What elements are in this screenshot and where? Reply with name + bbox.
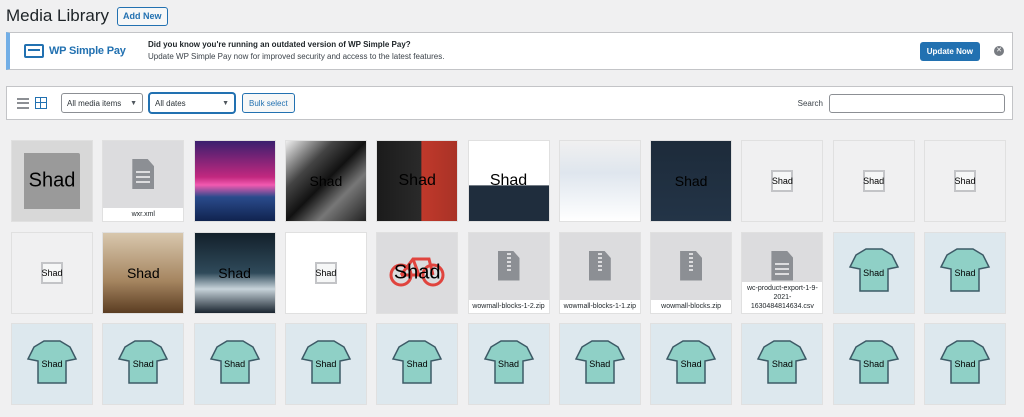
media-item[interactable]: Shad [650,140,733,222]
thumbnail-alt-text: Shad [954,176,976,186]
page-header: Media Library Add New [6,4,168,28]
media-item[interactable]: wowmall-blocks-1-2.zip [467,231,550,314]
media-item[interactable]: Shad [741,323,824,405]
document-icon [132,159,155,189]
media-item[interactable]: Shad [102,323,185,405]
thumbnail-alt-text: Shad [863,176,885,186]
page-title: Media Library [6,6,109,25]
notice-heading: Did you know you're running an outdated … [148,40,411,49]
media-item[interactable]: Shad [11,231,93,314]
media-item[interactable]: Shad [11,323,93,405]
notice-body: Update WP Simple Pay now for improved se… [148,52,445,61]
media-item[interactable]: Shad [467,323,550,405]
add-new-button[interactable]: Add New [117,6,168,26]
media-toolbar: All media items ▼ All dates ▼ Bulk selec… [6,86,1013,120]
thumbnail-alt-text: Shad [954,267,976,278]
thumbnail-alt-text: Shad [863,267,885,278]
media-item[interactable]: wxr.xml [102,140,185,222]
media-item[interactable]: Shad [650,323,733,405]
thumbnail-alt-text: Shad [771,176,793,186]
archive-icon [588,250,611,281]
thumbnail-alt-text: Shad [309,173,343,189]
filename-label: wc-product-export-1-9-2021-1630484814634… [742,281,823,313]
thumbnail-alt-text: Shad [393,261,441,283]
media-item[interactable]: wowmall-blocks.zip [650,231,733,314]
thumbnail-alt-text: Shad [771,359,793,369]
media-item[interactable]: Shad [832,231,915,314]
thumbnail-alt-text: Shad [489,172,528,189]
search-input[interactable] [829,93,1005,113]
archive-icon [680,250,703,281]
thumbnail-alt-text: Shad [315,267,337,278]
date-filter-value: All dates [155,98,186,108]
list-view-icon[interactable] [17,97,29,109]
media-item[interactable]: Shad [832,323,915,405]
thumbnail-alt-text: Shad [28,169,76,192]
thumbnail-alt-text: Shad [680,359,702,369]
chevron-down-icon: ▼ [130,99,137,107]
brand-name: WP Simple Pay [49,45,126,57]
thumbnail-alt-text: Shad [497,359,520,369]
media-item[interactable]: Shad [467,140,550,222]
thumbnail-alt-text: Shad [224,359,246,369]
media-item[interactable]: Shad [741,140,824,222]
media-item[interactable]: Shad [284,231,367,314]
media-item[interactable] [193,140,276,222]
media-item[interactable]: wowmall-blocks-1-1.zip [558,231,641,314]
media-item[interactable]: Shad [924,231,1006,314]
media-item[interactable]: Shad [376,323,459,405]
media-thumbnail [560,141,640,221]
media-item[interactable]: Shad [102,231,185,314]
media-item[interactable]: Shad [924,140,1006,222]
thumbnail-alt-text: Shad [132,359,154,369]
media-item[interactable]: Shad [376,140,459,222]
update-notice: WP Simple Pay Did you know you're runnin… [6,32,1013,70]
update-now-button[interactable]: Update Now [919,41,980,61]
media-item[interactable]: Shad [193,231,276,314]
card-icon [24,44,44,58]
media-thumbnail [195,141,275,221]
media-item[interactable]: Shad [832,140,915,222]
thumbnail-alt-text: Shad [126,264,160,281]
grid-view-icon[interactable] [35,97,47,109]
filename-label: wowmall-blocks-1-1.zip [559,299,640,313]
chevron-down-icon: ▼ [222,99,229,107]
thumbnail-alt-text: Shad [863,359,885,369]
wp-simple-pay-logo: WP Simple Pay [24,44,134,58]
media-item[interactable]: Shad [284,323,367,405]
thumbnail-alt-text: Shad [41,359,63,369]
thumbnail-alt-text: Shad [674,173,708,189]
document-icon [771,250,794,281]
thumbnail-alt-text: Shad [315,359,337,369]
bulk-select-button[interactable]: Bulk select [242,93,295,113]
media-item[interactable]: Shad [558,323,641,405]
filename-label: wowmall-blocks-1-2.zip [468,299,549,313]
thumbnail-alt-text: Shad [218,264,251,281]
notice-text: Did you know you're running an outdated … [148,39,920,63]
media-item[interactable]: Shad [924,323,1006,405]
thumbnail-alt-text: Shad [41,267,63,278]
archive-icon [497,250,520,281]
dismiss-icon[interactable]: ✕ [994,46,1004,56]
thumbnail-alt-text: Shad [589,359,611,369]
media-item[interactable] [558,140,641,222]
media-item[interactable]: Shad [376,231,459,314]
filename-label: wxr.xml [103,208,184,221]
thumbnail-alt-text: Shad [406,359,428,369]
filename-label: wowmall-blocks.zip [651,299,732,313]
media-type-filter[interactable]: All media items ▼ [61,93,143,113]
thumbnail-alt-text: Shad [398,172,436,189]
date-filter[interactable]: All dates ▼ [149,93,235,113]
media-item[interactable]: Shad [11,140,93,222]
media-type-filter-value: All media items [67,98,122,108]
media-item[interactable]: wc-product-export-1-9-2021-1630484814634… [741,231,824,314]
search-label: Search [797,98,823,108]
media-item[interactable]: Shad [193,323,276,405]
thumbnail-alt-text: Shad [954,359,976,369]
media-item[interactable]: Shad [284,140,367,222]
